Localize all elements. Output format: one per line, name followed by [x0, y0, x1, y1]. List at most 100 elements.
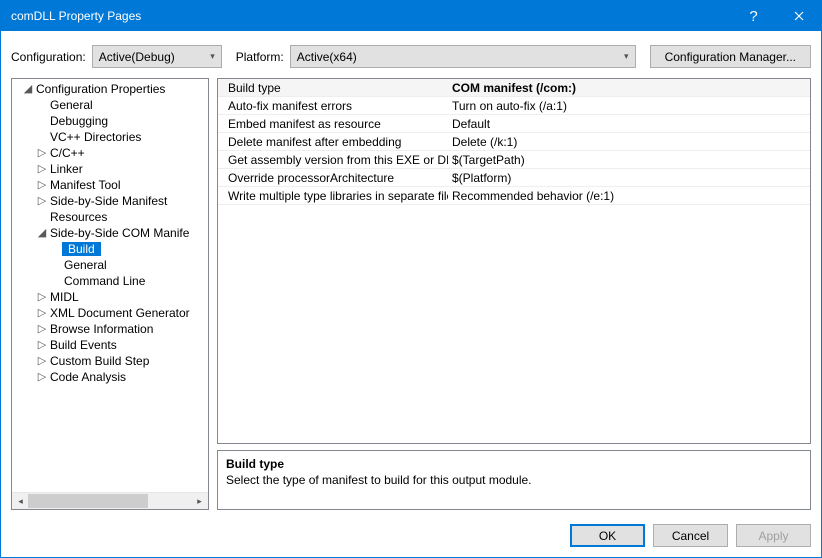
close-button[interactable]: [776, 1, 821, 31]
tree-item-label: Code Analysis: [48, 370, 128, 384]
property-name: Get assembly version from this EXE or DL…: [218, 153, 448, 167]
expander-closed-icon[interactable]: ▷: [36, 308, 48, 319]
scroll-right-icon[interactable]: ▸: [191, 493, 208, 510]
property-row[interactable]: Auto-fix manifest errorsTurn on auto-fix…: [218, 97, 810, 115]
property-value[interactable]: Recommended behavior (/e:1): [448, 189, 810, 203]
tree-item-label: MIDL: [48, 290, 81, 304]
expander-closed-icon[interactable]: ▷: [36, 340, 48, 351]
tree-item[interactable]: ▷MIDL: [12, 289, 208, 305]
property-row[interactable]: Build typeCOM manifest (/com:): [218, 79, 810, 97]
property-row[interactable]: Get assembly version from this EXE or DL…: [218, 151, 810, 169]
tree-item[interactable]: ▷C/C++: [12, 145, 208, 161]
tree-item-label: Resources: [48, 210, 109, 224]
ok-button[interactable]: OK: [570, 524, 645, 547]
title-bar: comDLL Property Pages ?: [1, 1, 821, 31]
configuration-label: Configuration:: [11, 50, 86, 64]
tree-item[interactable]: ▷Side-by-Side Manifest: [12, 193, 208, 209]
property-name: Write multiple type libraries in separat…: [218, 189, 448, 203]
expander-closed-icon[interactable]: ▷: [36, 324, 48, 335]
tree-item[interactable]: General: [12, 257, 208, 273]
close-icon: [794, 11, 804, 21]
expander-closed-icon[interactable]: ▷: [36, 164, 48, 175]
scroll-thumb[interactable]: [28, 494, 148, 508]
property-value[interactable]: $(TargetPath): [448, 153, 810, 167]
tree-item-label: Linker: [48, 162, 85, 176]
expander-closed-icon[interactable]: ▷: [36, 372, 48, 383]
footer: OK Cancel Apply: [1, 516, 821, 557]
description-text: Select the type of manifest to build for…: [226, 473, 802, 487]
property-value[interactable]: Turn on auto-fix (/a:1): [448, 99, 810, 113]
expander-open-icon[interactable]: ◢: [36, 228, 48, 239]
property-name: Build type: [218, 81, 448, 95]
tree-item-label: General: [62, 258, 109, 272]
window-title: comDLL Property Pages: [11, 9, 731, 23]
tree-panel: ◢Configuration PropertiesGeneralDebuggin…: [11, 78, 209, 510]
tree-item[interactable]: ▷Manifest Tool: [12, 177, 208, 193]
platform-label: Platform:: [236, 50, 284, 64]
expander-closed-icon[interactable]: ▷: [36, 180, 48, 191]
property-name: Override processorArchitecture: [218, 171, 448, 185]
tree-item[interactable]: Command Line: [12, 273, 208, 289]
tree-item-label: Browse Information: [48, 322, 155, 336]
tree-item-label: XML Document Generator: [48, 306, 192, 320]
tree-item-label: Build: [62, 242, 101, 256]
platform-combo[interactable]: Active(x64) ▾: [290, 45, 636, 68]
tree-item[interactable]: ◢Side-by-Side COM Manife: [12, 225, 208, 241]
scroll-left-icon[interactable]: ◂: [12, 493, 29, 510]
property-value[interactable]: $(Platform): [448, 171, 810, 185]
config-row: Configuration: Active(Debug) ▾ Platform:…: [1, 31, 821, 78]
property-row[interactable]: Override processorArchitecture$(Platform…: [218, 169, 810, 187]
configuration-combo[interactable]: Active(Debug) ▾: [92, 45, 222, 68]
expander-open-icon[interactable]: ◢: [22, 84, 34, 95]
tree-item-label: Custom Build Step: [48, 354, 151, 368]
configuration-manager-button[interactable]: Configuration Manager...: [650, 45, 811, 68]
property-value[interactable]: COM manifest (/com:): [448, 81, 810, 95]
tree-item-label: Build Events: [48, 338, 119, 352]
tree-item[interactable]: ▷Browse Information: [12, 321, 208, 337]
configuration-value: Active(Debug): [99, 50, 175, 64]
description-title: Build type: [226, 457, 802, 471]
tree-item-label: Debugging: [48, 114, 110, 128]
tree-item-label: Manifest Tool: [48, 178, 122, 192]
tree-item[interactable]: Resources: [12, 209, 208, 225]
platform-value: Active(x64): [297, 50, 357, 64]
property-value[interactable]: Delete (/k:1): [448, 135, 810, 149]
tree-item-label: Side-by-Side Manifest: [48, 194, 169, 208]
tree[interactable]: ◢Configuration PropertiesGeneralDebuggin…: [12, 79, 208, 492]
tree-item[interactable]: ▷Linker: [12, 161, 208, 177]
property-name: Auto-fix manifest errors: [218, 99, 448, 113]
tree-item[interactable]: ▷Build Events: [12, 337, 208, 353]
main-area: ◢Configuration PropertiesGeneralDebuggin…: [1, 78, 821, 516]
chevron-down-icon: ▾: [210, 51, 215, 62]
tree-item[interactable]: ▷XML Document Generator: [12, 305, 208, 321]
property-value[interactable]: Default: [448, 117, 810, 131]
tree-item-label: General: [48, 98, 95, 112]
expander-closed-icon[interactable]: ▷: [36, 356, 48, 367]
tree-h-scrollbar[interactable]: ◂ ▸: [12, 492, 208, 509]
tree-item[interactable]: Build: [12, 241, 208, 257]
tree-item-label: Side-by-Side COM Manife: [48, 226, 191, 240]
expander-closed-icon[interactable]: ▷: [36, 148, 48, 159]
tree-item[interactable]: ▷Custom Build Step: [12, 353, 208, 369]
tree-item[interactable]: ▷Code Analysis: [12, 369, 208, 385]
property-row[interactable]: Write multiple type libraries in separat…: [218, 187, 810, 205]
tree-item-label: Configuration Properties: [34, 82, 167, 96]
expander-closed-icon[interactable]: ▷: [36, 196, 48, 207]
tree-item-label: C/C++: [48, 146, 87, 160]
expander-closed-icon[interactable]: ▷: [36, 292, 48, 303]
tree-item[interactable]: Debugging: [12, 113, 208, 129]
tree-item[interactable]: VC++ Directories: [12, 129, 208, 145]
property-grid[interactable]: Build typeCOM manifest (/com:)Auto-fix m…: [217, 78, 811, 444]
help-button[interactable]: ?: [731, 1, 776, 31]
tree-item[interactable]: General: [12, 97, 208, 113]
property-row[interactable]: Embed manifest as resourceDefault: [218, 115, 810, 133]
description-panel: Build type Select the type of manifest t…: [217, 450, 811, 510]
tree-item-label: VC++ Directories: [48, 130, 143, 144]
property-row[interactable]: Delete manifest after embeddingDelete (/…: [218, 133, 810, 151]
right-panel: Build typeCOM manifest (/com:)Auto-fix m…: [217, 78, 811, 510]
apply-button: Apply: [736, 524, 811, 547]
property-name: Embed manifest as resource: [218, 117, 448, 131]
tree-item-label: Command Line: [62, 274, 147, 288]
tree-item[interactable]: ◢Configuration Properties: [12, 81, 208, 97]
cancel-button[interactable]: Cancel: [653, 524, 728, 547]
